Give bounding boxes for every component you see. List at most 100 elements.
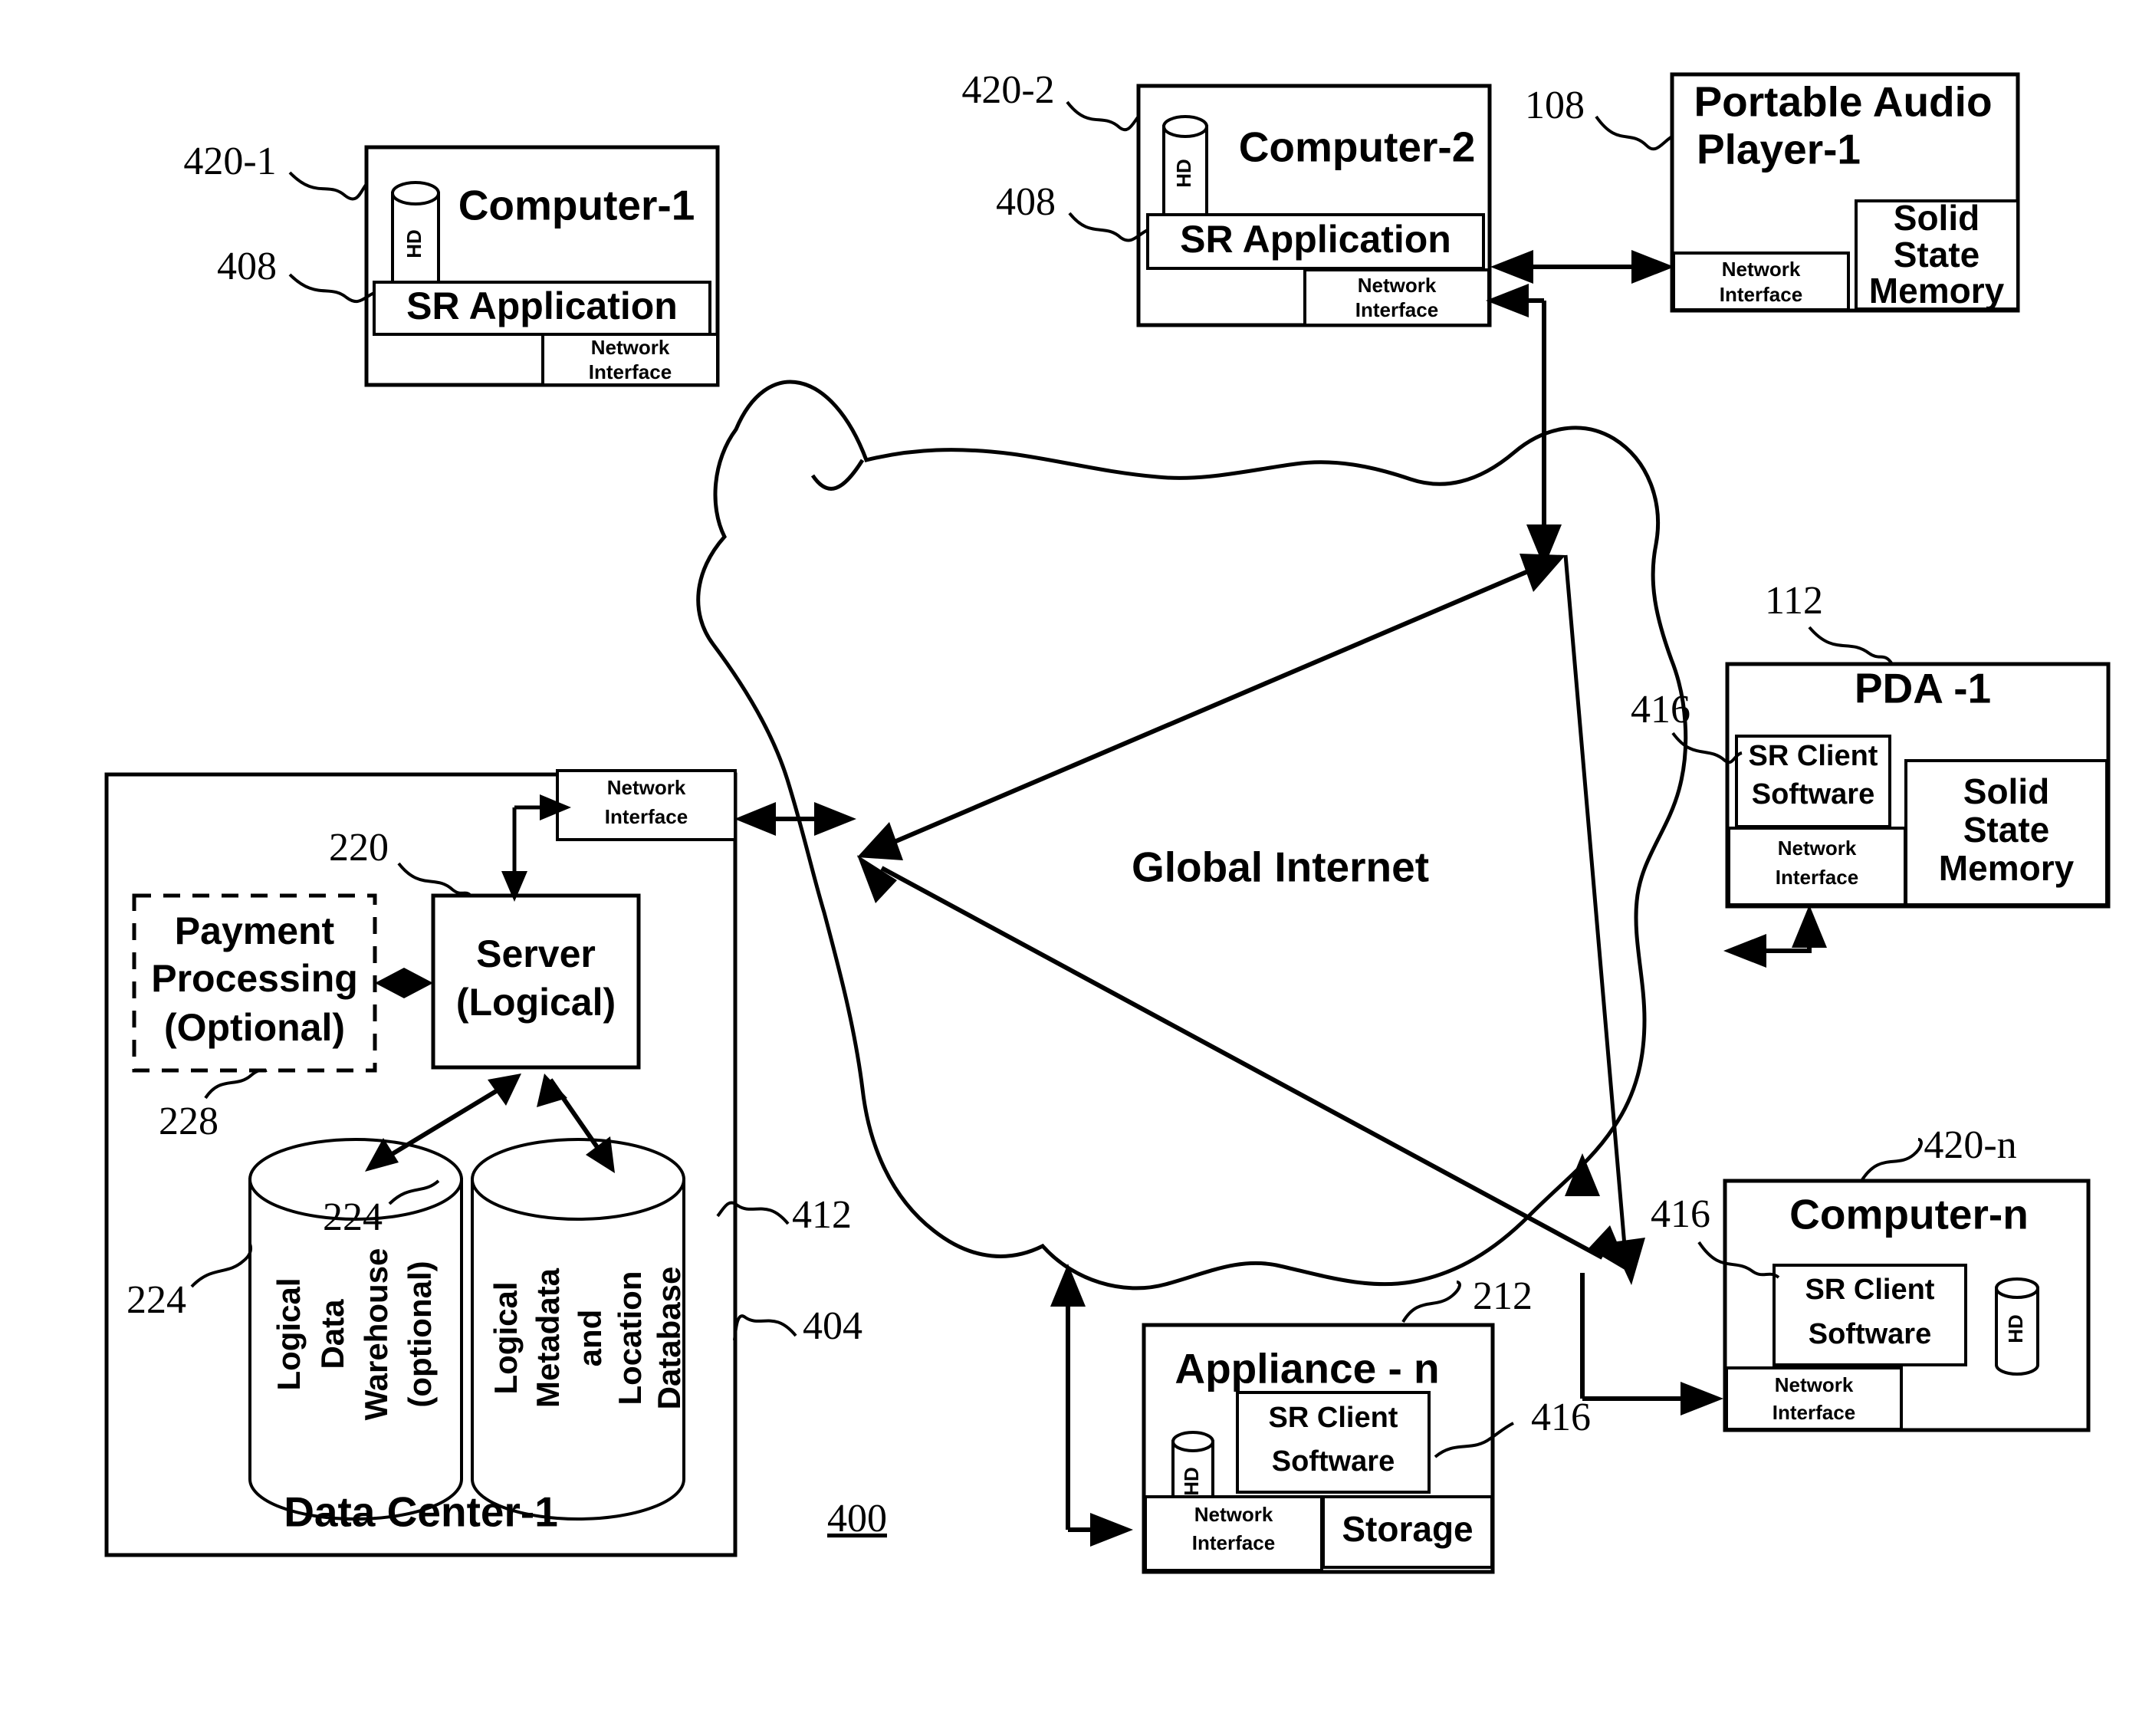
computer-n-title: Computer-n	[1789, 1191, 2029, 1238]
pda-1-network-interface-line2: Interface	[1776, 866, 1858, 889]
computer-1-title: Computer-1	[458, 182, 695, 229]
computer-2-network-interface-line1: Network	[1358, 274, 1437, 297]
portable-audio-player-1-network-interface-line2: Interface	[1720, 283, 1802, 306]
data-center-1-title: Data Center-1	[284, 1488, 558, 1536]
computer-2-sr-application-label: SR Application	[1180, 218, 1451, 261]
computer-1-network-interface-line2: Interface	[589, 360, 672, 383]
leader-212	[1401, 1281, 1461, 1323]
leader-420-n	[1860, 1138, 1923, 1182]
appliance-n-network-interface-line2: Interface	[1192, 1531, 1275, 1554]
leader-420-1	[288, 171, 368, 201]
leader-108	[1595, 115, 1674, 151]
payment-processing-line3: (Optional)	[164, 1006, 345, 1049]
warehouse-line4: (optional)	[402, 1261, 438, 1407]
ref-112: 112	[1765, 579, 1823, 623]
pda-1-sr-client-software-line1: SR Client	[1749, 740, 1878, 772]
computer-n-disk-label: HD	[2004, 1314, 2027, 1343]
hd-icon: HD	[1995, 1277, 2039, 1376]
ref-108: 108	[1525, 84, 1585, 127]
warehouse-line1: Logical	[271, 1277, 307, 1390]
ref-416-appliance-n: 416	[1531, 1396, 1591, 1439]
hd-icon: HD	[1162, 115, 1208, 226]
leader-112	[1808, 626, 1894, 666]
appliance-n-disk-label: HD	[1180, 1467, 1203, 1496]
ref-404: 404	[803, 1304, 862, 1348]
ref-408-computer-1: 408	[217, 245, 277, 288]
computer-2-title: Computer-2	[1239, 123, 1476, 171]
ref-420-1: 420-1	[183, 140, 276, 183]
data-center-1-node: Network Interface Server (Logical) Payme…	[104, 769, 738, 1557]
ref-228: 228	[159, 1100, 218, 1143]
global-internet-label: Global Internet	[1132, 843, 1429, 891]
computer-n-sr-client-software-line2: Software	[1809, 1318, 1931, 1350]
data-center-network-interface-line1: Network	[607, 776, 686, 799]
computer-1-node: HD Computer-1 SR Application Network Int…	[364, 145, 720, 387]
pda-1-title: PDA -1	[1855, 665, 1991, 712]
server-logical-line1: Server	[476, 932, 596, 975]
ref-416-pda: 416	[1631, 688, 1690, 732]
ref-212: 212	[1473, 1274, 1533, 1318]
warehouse-line2: Data	[314, 1299, 350, 1369]
figure-canvas: Global Internet HD Computer-1 SR Applica…	[104, 68, 2111, 1574]
metadata-line3: and	[572, 1310, 608, 1367]
pda-1-network-interface-line1: Network	[1778, 837, 1857, 860]
patent-figure-400: Global Internet HD Computer-1 SR Applica…	[0, 0, 2152, 1736]
portable-audio-player-1-memory-line2: State	[1894, 235, 1980, 275]
computer-2-node: HD Computer-2 SR Application Network Int…	[1136, 84, 1492, 327]
appliance-n-sr-client-software-line2: Software	[1272, 1445, 1395, 1478]
arrow-computer-2-to-audio-player	[1490, 250, 1674, 284]
ref-416-computer-n: 416	[1651, 1192, 1710, 1236]
data-center-network-interface-line2: Interface	[605, 805, 688, 828]
leader-408-computer-1	[288, 273, 375, 303]
computer-1-sr-application-label: SR Application	[406, 284, 678, 327]
computer-1-disk-label: HD	[402, 229, 425, 258]
figure-number: 400	[827, 1497, 887, 1540]
computer-2-disk-label: HD	[1172, 159, 1195, 188]
appliance-n-storage-label: Storage	[1342, 1509, 1473, 1549]
portable-audio-player-1-title-line2: Player-1	[1697, 126, 1861, 173]
metadata-line1: Logical	[488, 1281, 524, 1394]
appliance-n-title: Appliance - n	[1175, 1345, 1439, 1392]
logical-metadata-location-database-cylinder: Logical Metadata and Location Database	[471, 1138, 687, 1521]
pda-1-memory-line1: Solid	[1963, 771, 2049, 811]
arrow-appliance-to-cloud	[1050, 1264, 1133, 1547]
metadata-line4: Location	[612, 1271, 648, 1406]
portable-audio-player-1-network-interface-line1: Network	[1722, 258, 1801, 281]
hd-icon: HD	[391, 181, 440, 298]
leader-404	[733, 1314, 797, 1341]
ref-408-computer-2: 408	[996, 180, 1056, 224]
ref-224-left: 224	[126, 1278, 186, 1322]
ref-220: 220	[329, 826, 389, 870]
portable-audio-player-1-title-line1: Portable Audio	[1694, 78, 1992, 126]
global-internet-cloud	[696, 380, 1688, 1290]
computer-n-sr-client-software-line1: SR Client	[1805, 1274, 1935, 1306]
pda-1-node: PDA -1 SR Client Software Solid State Me…	[1725, 662, 2111, 909]
computer-2-network-interface-line2: Interface	[1355, 298, 1438, 321]
pda-1-memory-line3: Memory	[1939, 848, 2075, 888]
ref-224-inner: 224	[323, 1195, 383, 1239]
server-logical-line2: (Logical)	[456, 981, 616, 1024]
leader-408-computer-2	[1068, 212, 1148, 242]
computer-n-network-interface-line1: Network	[1775, 1373, 1854, 1396]
pda-1-sr-client-software-line2: Software	[1752, 778, 1874, 810]
ref-420-2: 420-2	[961, 68, 1054, 112]
metadata-line2: Metadata	[530, 1267, 566, 1408]
computer-n-node: Computer-n SR Client Software HD Network…	[1723, 1179, 2091, 1432]
appliance-n-node: Appliance - n HD SR Client Software Netw…	[1142, 1323, 1495, 1574]
warehouse-line3: Warehouse	[358, 1248, 394, 1421]
computer-1-network-interface-line1: Network	[591, 336, 670, 359]
payment-processing-line2: Processing	[151, 957, 358, 1000]
arrow-pda-to-cloud	[1723, 905, 1827, 968]
ref-412: 412	[792, 1193, 852, 1237]
appliance-n-network-interface-line1: Network	[1194, 1503, 1273, 1526]
portable-audio-player-1-memory-line1: Solid	[1894, 198, 1980, 238]
appliance-n-sr-client-software-line1: SR Client	[1269, 1402, 1398, 1434]
portable-audio-player-1-memory-line3: Memory	[1869, 271, 2005, 311]
pda-1-memory-line2: State	[1963, 810, 2049, 850]
portable-audio-player-1-node: Portable Audio Player-1 Solid State Memo…	[1670, 72, 2020, 313]
computer-n-network-interface-line2: Interface	[1773, 1401, 1855, 1424]
payment-processing-line1: Payment	[175, 909, 335, 952]
ref-420-n: 420-n	[1924, 1123, 2016, 1167]
metadata-line5: Database	[651, 1267, 687, 1410]
leader-420-2	[1066, 100, 1140, 132]
